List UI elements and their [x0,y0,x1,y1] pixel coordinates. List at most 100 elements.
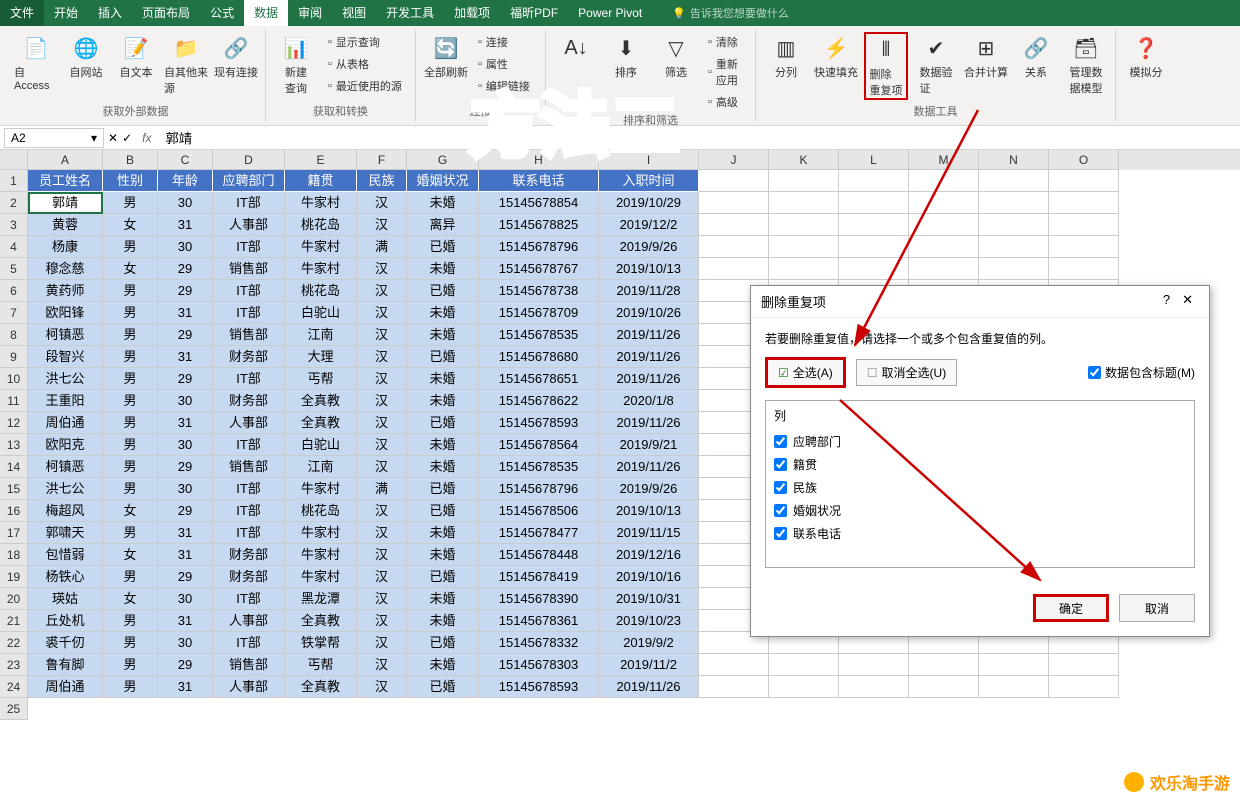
cell[interactable]: 财务部 [213,390,285,412]
cell[interactable] [979,258,1049,280]
cell[interactable]: 已婚 [407,236,479,258]
cell[interactable]: 全真教 [285,610,357,632]
cell[interactable] [909,676,979,698]
cell[interactable]: 2019/9/26 [599,236,699,258]
cell[interactable]: 汉 [357,566,407,588]
cell[interactable]: 15145678680 [479,346,599,368]
cell[interactable]: 财务部 [213,346,285,368]
cell[interactable]: 15145678796 [479,478,599,500]
cell[interactable] [699,654,769,676]
row-header[interactable]: 12 [0,412,28,434]
cell[interactable] [979,676,1049,698]
row-header[interactable]: 22 [0,632,28,654]
cell[interactable]: 未婚 [407,192,479,214]
cell[interactable]: 男 [103,654,158,676]
cell[interactable]: IT部 [213,588,285,610]
cell[interactable]: 汉 [357,324,407,346]
cell[interactable]: 2019/9/2 [599,632,699,654]
cell[interactable]: 已婚 [407,500,479,522]
cell[interactable]: 已婚 [407,346,479,368]
cell[interactable]: 未婚 [407,654,479,676]
cell[interactable]: 白驼山 [285,434,357,456]
cell[interactable] [769,676,839,698]
cell[interactable]: 30 [158,478,213,500]
cell[interactable]: 15145678593 [479,676,599,698]
header-cell[interactable] [979,170,1049,192]
row-header[interactable]: 19 [0,566,28,588]
col-header[interactable]: D [213,150,285,170]
cell[interactable]: 周伯通 [28,412,103,434]
cell[interactable]: 梅超风 [28,500,103,522]
cell[interactable]: 销售部 [213,258,285,280]
cell[interactable]: 已婚 [407,566,479,588]
cell[interactable]: 销售部 [213,456,285,478]
column-list[interactable]: 列 应聘部门籍贯民族婚姻状况联系电话 [765,400,1195,568]
col-header[interactable]: J [699,150,769,170]
cell[interactable]: 女 [103,258,158,280]
cell[interactable]: 未婚 [407,390,479,412]
cell[interactable]: IT部 [213,478,285,500]
row-header[interactable]: 25 [0,698,28,720]
cell[interactable]: 销售部 [213,654,285,676]
fx-icon[interactable]: fx [136,131,157,145]
cell[interactable]: 未婚 [407,324,479,346]
col-header[interactable]: N [979,150,1049,170]
cell[interactable]: 2019/11/2 [599,654,699,676]
cell[interactable] [1049,676,1119,698]
cell[interactable]: 29 [158,368,213,390]
cell[interactable]: 男 [103,390,158,412]
cell[interactable] [909,654,979,676]
row-header[interactable]: 18 [0,544,28,566]
cell[interactable]: 15145678767 [479,258,599,280]
column-checkbox-2[interactable]: 民族 [774,476,1186,499]
cell[interactable]: 丘处机 [28,610,103,632]
cell[interactable]: 未婚 [407,302,479,324]
menu-tab-9[interactable]: 福昕PDF [500,0,568,26]
cell[interactable]: 已婚 [407,632,479,654]
formula-input[interactable] [161,128,1236,147]
cell[interactable]: 女 [103,214,158,236]
cell[interactable]: 已婚 [407,412,479,434]
ribbon-item[interactable]: ▫清除 [704,32,747,52]
cell[interactable] [979,214,1049,236]
ribbon-item[interactable]: ▫重新应用 [704,54,747,90]
cell[interactable]: 未婚 [407,456,479,478]
cell[interactable]: 30 [158,192,213,214]
cell[interactable]: 丐帮 [285,654,357,676]
header-cell[interactable]: 年龄 [158,170,213,192]
row-header[interactable]: 16 [0,500,28,522]
cell[interactable]: 汉 [357,302,407,324]
cell[interactable]: 郭啸天 [28,522,103,544]
ribbon-item[interactable]: ▫最近使用的源 [324,76,406,96]
cell[interactable]: 男 [103,324,158,346]
cell[interactable]: 瑛姑 [28,588,103,610]
cell[interactable]: 销售部 [213,324,285,346]
cell[interactable]: 2019/10/29 [599,192,699,214]
cell[interactable]: 男 [103,434,158,456]
cell[interactable] [839,236,909,258]
ribbon-item[interactable]: ▫从表格 [324,54,406,74]
cell[interactable]: 29 [158,456,213,478]
col-header[interactable]: M [909,150,979,170]
cell[interactable] [839,676,909,698]
cell[interactable] [699,214,769,236]
cell[interactable]: IT部 [213,236,285,258]
cell[interactable]: 白驼山 [285,302,357,324]
ribbon-item[interactable]: ▫连接 [474,32,534,52]
row-header[interactable]: 17 [0,522,28,544]
cell[interactable]: 财务部 [213,566,285,588]
row-header[interactable]: 7 [0,302,28,324]
column-checkbox-0[interactable]: 应聘部门 [774,430,1186,453]
cell[interactable]: 穆念慈 [28,258,103,280]
ribbon-item[interactable]: ▫高级 [704,92,747,112]
data-tool-btn-6[interactable]: 🗃管理数 据模型 [1064,32,1108,100]
menu-file[interactable]: 文件 [0,0,44,26]
cell[interactable]: 2019/10/26 [599,302,699,324]
col-header[interactable]: L [839,150,909,170]
close-button[interactable]: ✕ [1176,292,1199,307]
cell[interactable] [909,258,979,280]
cell[interactable]: 汉 [357,390,407,412]
row-header[interactable]: 1 [0,170,28,192]
header-cell[interactable] [769,170,839,192]
cell[interactable]: 汉 [357,588,407,610]
